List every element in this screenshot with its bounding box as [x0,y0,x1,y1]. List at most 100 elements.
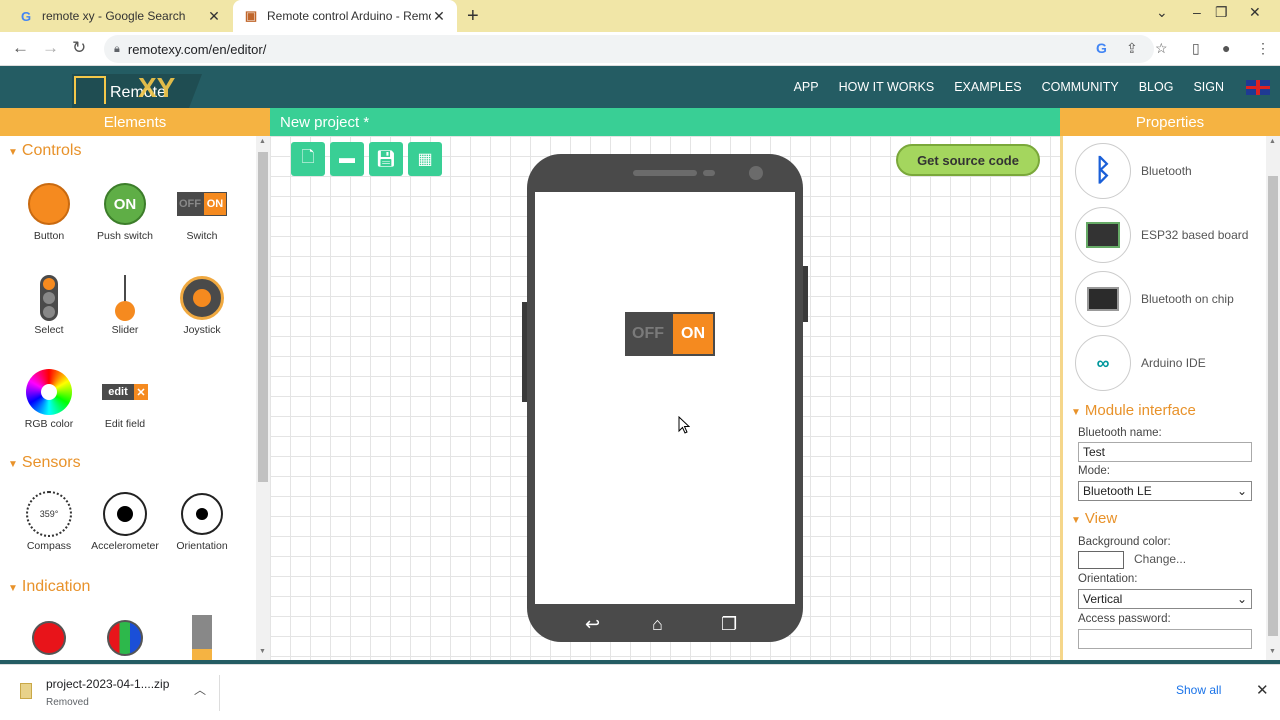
orientation-icon [164,490,240,538]
section-view[interactable]: ▼ View [1071,510,1117,527]
tab-title: remote xy - Google Search [42,9,186,23]
mode-label: Mode: [1078,465,1110,477]
nav-blog[interactable]: BLOG [1139,80,1174,94]
element-accelerometer[interactable]: Accelerometer [87,490,163,552]
share-icon[interactable]: ⇪ [1126,40,1138,57]
nav-app[interactable]: APP [794,80,819,94]
board-arduino-ide[interactable]: ∞ Arduino IDE [1075,334,1255,392]
section-title-text: Controls [21,142,82,159]
phone-screen[interactable]: OFF ON [535,192,795,604]
chevron-down-icon: ⌄ [1236,484,1247,498]
address-bar[interactable]: 🔒︎ remotexy.com/en/editor/ [104,35,1154,63]
google-lens-icon[interactable]: G [1096,40,1107,56]
element-button[interactable]: Button [11,180,87,242]
scroll-down-icon[interactable]: ▼ [259,648,266,655]
element-label: Accelerometer [91,540,159,552]
collapse-triangle-icon: ▼ [1071,407,1081,418]
element-level[interactable] [164,614,240,660]
element-compass[interactable]: 359° Compass [11,490,87,552]
scrollbar-thumb[interactable] [1268,176,1278,636]
element-rgb-color[interactable]: RGB color [11,368,87,430]
properties-panel: ᛒ Bluetooth ESP32 based board Bluetooth … [1060,136,1266,660]
site-logo[interactable]: Remote XY [72,72,202,108]
element-label: Switch [186,230,218,242]
section-controls[interactable]: ▼ Controls [8,142,81,160]
url-text: remotexy.com/en/editor/ [127,41,267,57]
esp32-board-icon [1075,207,1131,263]
uk-flag-icon[interactable] [1246,80,1270,95]
properties-scrollbar[interactable]: ▲ ▼ [1266,136,1280,660]
download-item[interactable]: project-2023-04-1....zip Removed ︿ [16,675,220,711]
profile-avatar-icon[interactable]: ● [1222,40,1230,56]
element-joystick[interactable]: Joystick [164,274,240,336]
nav-how-it-works[interactable]: HOW IT WORKS [839,80,935,94]
collapse-triangle-icon: ▼ [8,583,18,594]
access-password-input[interactable] [1078,629,1252,649]
scroll-up-icon[interactable]: ▲ [259,138,266,145]
google-icon: G [20,8,32,24]
background-color-swatch[interactable] [1078,551,1124,569]
side-panel-icon[interactable]: ▯ [1192,40,1200,57]
scroll-up-icon[interactable]: ▲ [1269,138,1276,145]
new-tab-button[interactable]: + [467,5,479,28]
element-switch[interactable]: OFF ON Switch [164,180,240,242]
reload-button[interactable]: ↻ [72,38,86,58]
nav-community[interactable]: COMMUNITY [1042,80,1119,94]
bluetooth-name-input[interactable]: Test [1078,442,1252,462]
save-button[interactable]: 💾︎ [369,142,403,176]
board-bluetooth-chip[interactable]: Bluetooth on chip [1075,270,1255,328]
bookmark-star-icon[interactable]: ☆ [1155,40,1168,57]
back-button[interactable]: ← [12,38,29,58]
element-push-switch[interactable]: ON Push switch [87,180,163,242]
nav-sign[interactable]: SIGN [1193,80,1224,94]
tab-google-search[interactable]: G remote xy - Google Search ✕ [8,0,232,32]
section-indication[interactable]: ▼ Indication [8,578,90,596]
element-label: RGB color [24,418,74,430]
element-led[interactable] [11,614,87,660]
chevron-up-icon[interactable]: ︿ [194,681,206,698]
new-file-button[interactable]: 🗋︎ [291,142,325,176]
scrollbar-thumb[interactable] [258,152,268,482]
browser-menu-icon[interactable]: ⋮ [1256,40,1270,57]
collapse-triangle-icon: ▼ [8,459,18,470]
close-window-button[interactable]: ✕ [1249,4,1261,21]
restore-button[interactable]: ❐ [1215,4,1228,21]
switch-widget[interactable]: OFF ON [625,312,715,356]
element-slider[interactable]: Slider [87,274,163,336]
open-button[interactable]: ▬ [330,142,364,176]
save-as-button[interactable]: ▦ [408,142,442,176]
minimize-button[interactable]: – [1193,4,1201,20]
project-title[interactable]: New project * [270,108,1060,136]
change-color-link[interactable]: Change... [1134,552,1186,566]
editor-canvas[interactable]: 🗋︎ ▬ 💾︎ ▦ Get source code OFF ON ↩ ⌂ ❐ [270,136,1060,660]
close-downloads-icon[interactable]: ✕ [1256,681,1269,699]
section-module-interface[interactable]: ▼ Module interface [1071,402,1196,419]
forward-button[interactable]: → [42,38,59,58]
mode-select[interactable]: Bluetooth LE ⌄ [1078,481,1252,501]
phone-sensor [703,170,715,176]
scroll-down-icon[interactable]: ▼ [1269,648,1276,655]
close-tab-icon[interactable]: ✕ [431,8,447,25]
show-all-button[interactable]: Show all [1176,683,1221,697]
element-rgb-led[interactable] [87,614,163,660]
board-esp32[interactable]: ESP32 based board [1075,206,1255,264]
arduino-icon: ∞ [1075,335,1131,391]
nav-examples[interactable]: EXAMPLES [954,80,1021,94]
switch-on-label: ON [673,314,713,354]
tab-title: Remote control Arduino - Remot [267,9,431,23]
elements-scrollbar[interactable]: ▲ ▼ [256,136,270,660]
section-sensors[interactable]: ▼ Sensors [8,454,81,472]
board-bluetooth[interactable]: ᛒ Bluetooth [1075,142,1255,200]
element-select[interactable]: Select [11,274,87,336]
element-orientation[interactable]: Orientation [164,490,240,552]
orientation-label: Orientation: [1078,573,1138,585]
section-title-text: Indication [21,578,91,595]
elements-header: Elements [0,108,270,136]
downloads-bar: project-2023-04-1....zip Removed ︿ Show … [0,664,1280,720]
close-tab-icon[interactable]: ✕ [206,8,222,25]
get-source-code-button[interactable]: Get source code [896,144,1040,176]
orientation-select[interactable]: Vertical ⌄ [1078,589,1252,609]
element-edit-field[interactable]: edit ✕ Edit field [87,368,163,430]
tab-search-icon[interactable]: ⌄ [1156,4,1168,21]
tab-remotexy[interactable]: ▣ Remote control Arduino - Remot ✕ [233,0,457,32]
